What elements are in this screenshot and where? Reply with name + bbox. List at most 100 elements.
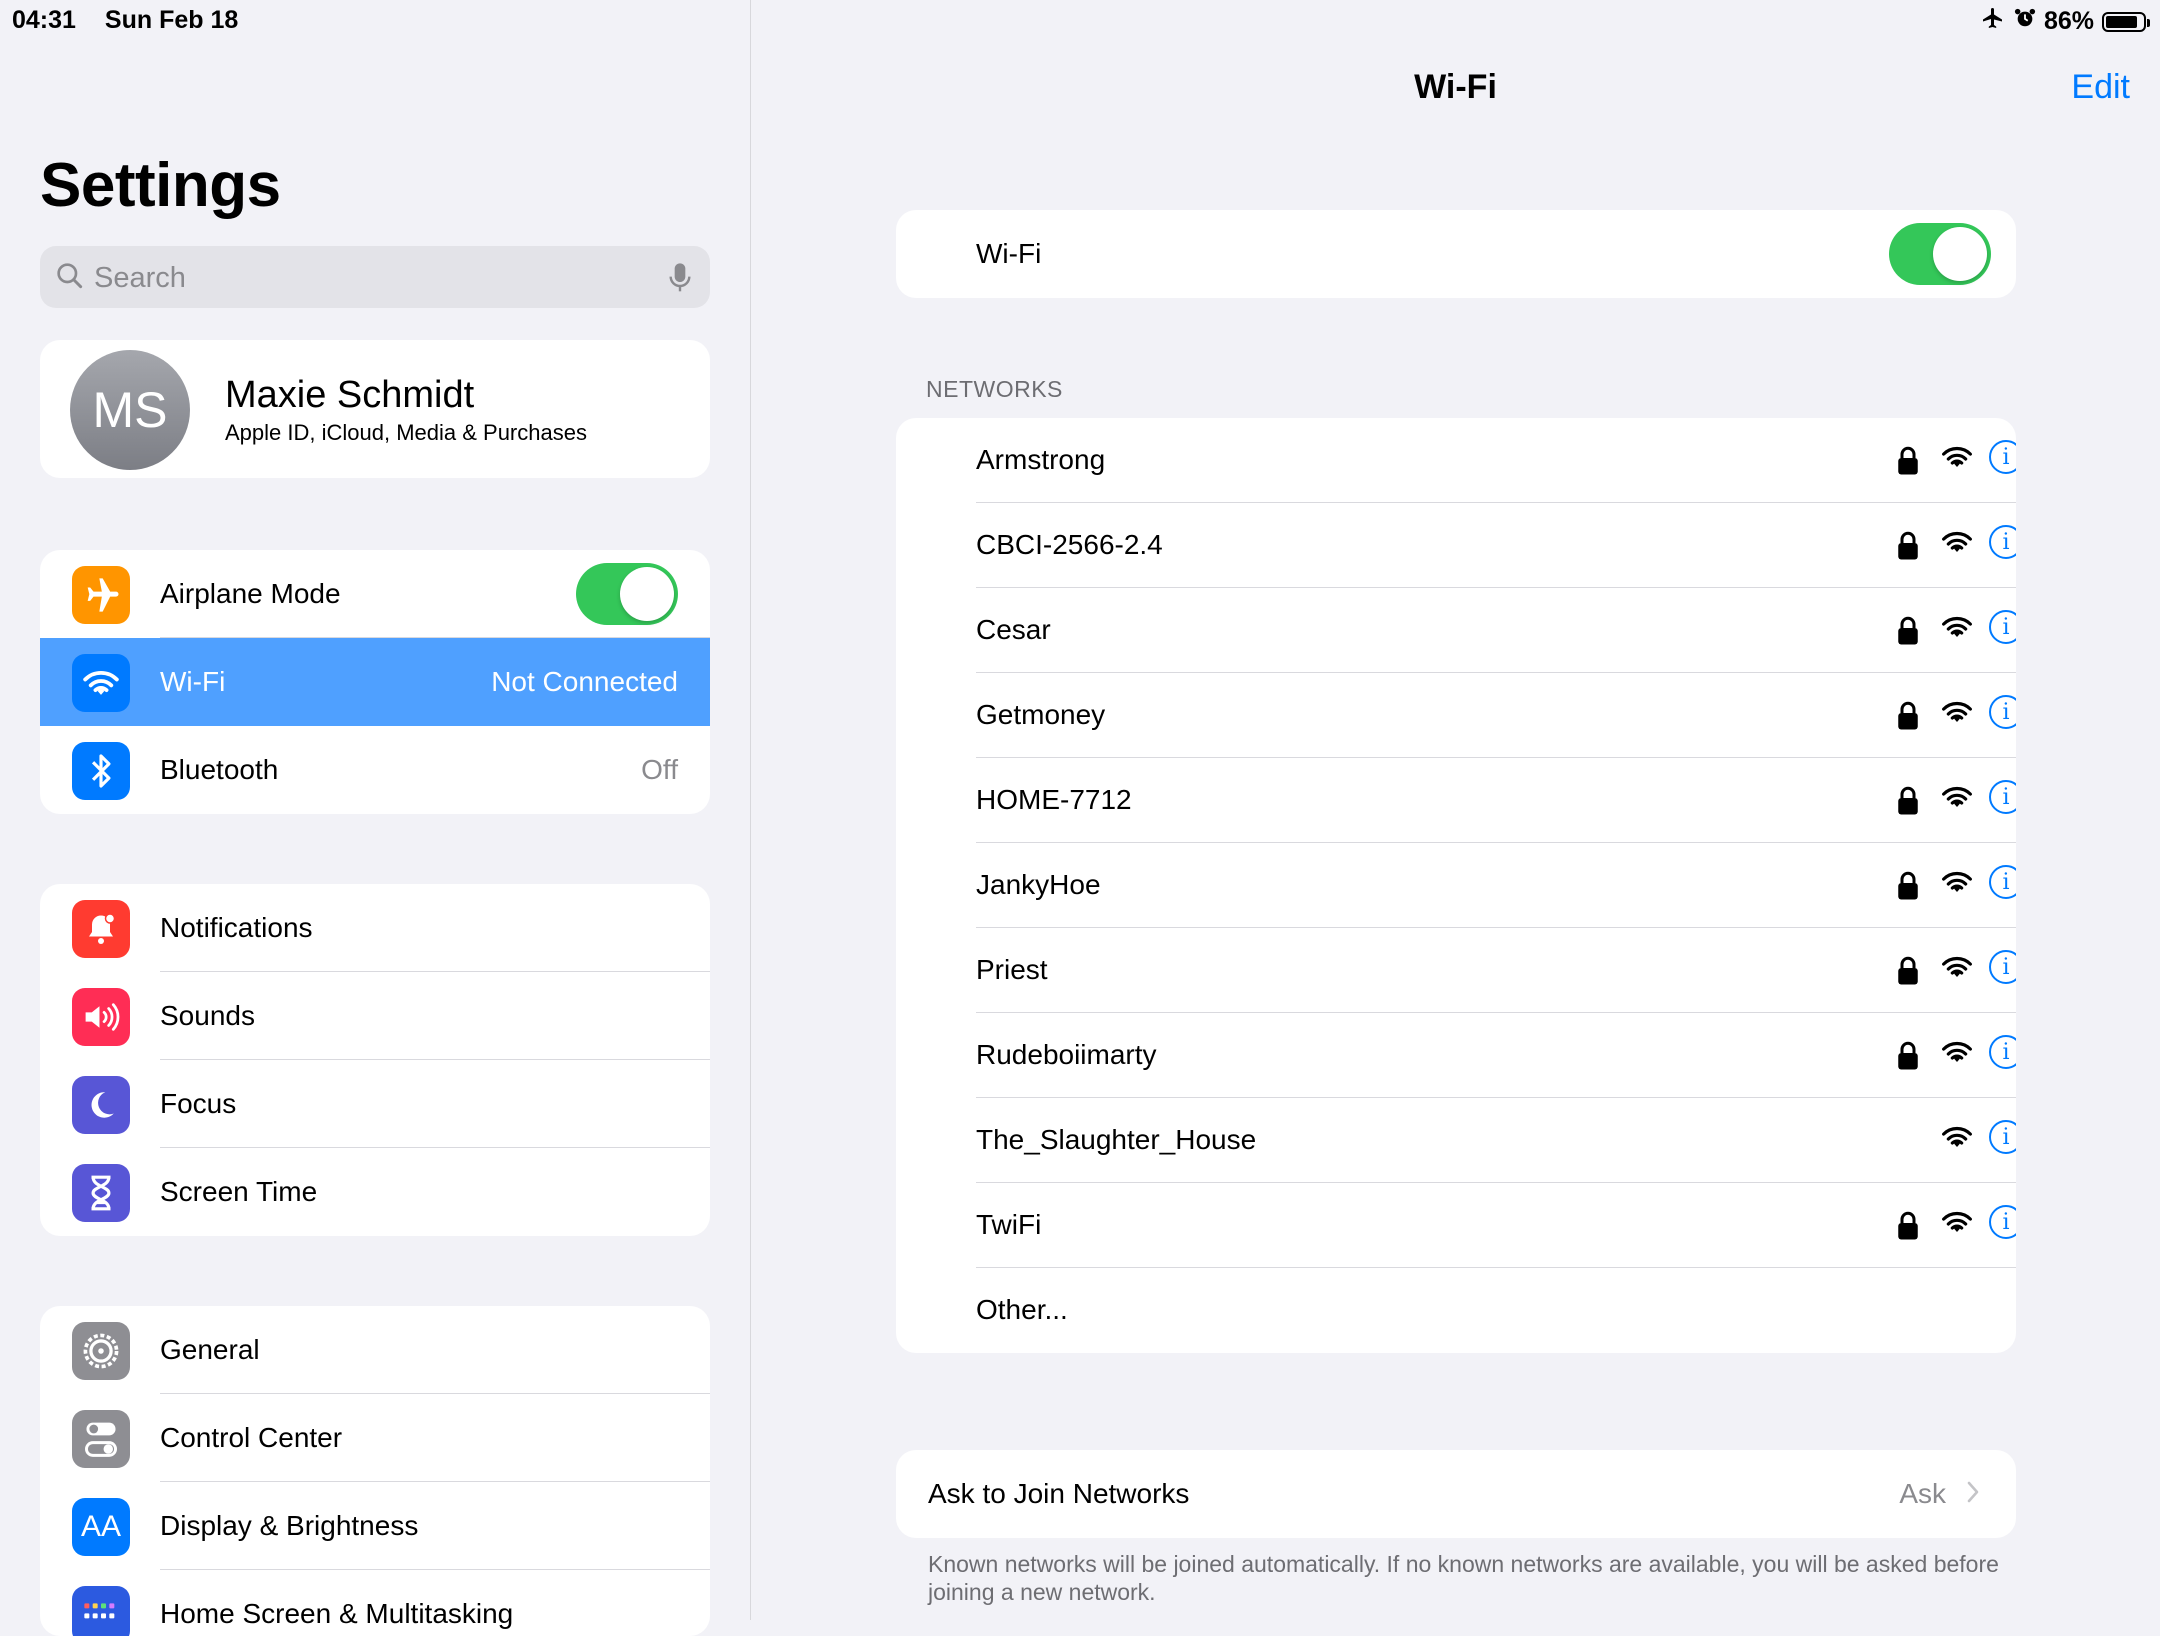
lock-icon	[1896, 531, 1920, 566]
sidebar-item-control-center[interactable]: Control Center	[40, 1394, 710, 1482]
ask-to-join-row[interactable]: Ask to Join Networks Ask	[896, 1450, 2016, 1538]
general-group: General Control Center AA Display & Brig…	[40, 1306, 710, 1636]
sidebar-item-home-screen[interactable]: Home Screen & Multitasking	[40, 1570, 710, 1636]
sidebar-item-label: Sounds	[160, 1000, 255, 1031]
profile-name: Maxie Schmidt	[225, 374, 475, 416]
sidebar-item-label: Control Center	[160, 1422, 343, 1453]
info-icon[interactable]: i	[1989, 1035, 2016, 1069]
network-row[interactable]: CBCI-2566-2.4 i	[896, 503, 2016, 588]
page-title: Wi-Fi	[1414, 68, 1497, 106]
network-name: JankyHoe	[976, 869, 1101, 900]
wifi-status-value: Not Connected	[491, 666, 678, 697]
sidebar-item-screen-time[interactable]: Screen Time	[40, 1148, 710, 1236]
sidebar: Settings Search MS Maxie Schmidt Apple I…	[0, 0, 751, 1636]
sidebar-item-sounds[interactable]: Sounds	[40, 972, 710, 1060]
sidebar-item-label: Screen Time	[160, 1176, 318, 1207]
microphone-icon[interactable]	[668, 262, 692, 299]
airplane-status-icon	[1980, 6, 2006, 37]
edit-button[interactable]: Edit	[2071, 68, 2130, 107]
sidebar-item-general[interactable]: General	[40, 1306, 710, 1394]
wifi-signal-icon	[1941, 1210, 1973, 1239]
network-name: Getmoney	[976, 699, 1106, 730]
airplane-mode-toggle[interactable]	[576, 563, 678, 625]
network-row[interactable]: Armstrong i	[896, 418, 2016, 503]
other-network-label: Other...	[976, 1294, 1068, 1325]
alarm-status-icon	[2014, 7, 2036, 36]
ask-to-join-footnote: Known networks will be joined automatica…	[928, 1551, 1999, 1605]
sidebar-item-label: Display & Brightness	[160, 1510, 419, 1541]
info-icon[interactable]: i	[1989, 780, 2016, 814]
sidebar-item-display-brightness[interactable]: AA Display & Brightness	[40, 1482, 710, 1570]
search-icon	[54, 260, 86, 297]
connectivity-group: Airplane Mode Wi-Fi Not Connected Blueto…	[40, 550, 710, 814]
lock-icon	[1896, 871, 1920, 906]
network-row[interactable]: The_Slaughter_House i	[896, 1098, 2016, 1183]
wifi-signal-icon	[1941, 785, 1973, 814]
apple-id-card[interactable]: MS Maxie Schmidt Apple ID, iCloud, Media…	[40, 340, 710, 478]
network-row[interactable]: Rudeboiimarty i	[896, 1013, 2016, 1098]
info-icon[interactable]: i	[1989, 1120, 2016, 1154]
wifi-signal-icon	[1941, 1125, 1973, 1154]
lock-icon	[1896, 616, 1920, 651]
sidebar-item-wifi[interactable]: Wi-Fi Not Connected	[40, 638, 710, 726]
sidebar-item-bluetooth[interactable]: Bluetooth Off	[40, 726, 710, 814]
network-name: HOME-7712	[976, 784, 1132, 815]
network-name: The_Slaughter_House	[976, 1124, 1257, 1155]
wifi-signal-icon	[1941, 615, 1973, 644]
sidebar-item-label: Bluetooth	[160, 754, 279, 785]
status-time: 04:31	[12, 6, 76, 34]
sidebar-item-label: Airplane Mode	[160, 578, 341, 609]
wifi-signal-icon	[1941, 700, 1973, 729]
search-placeholder: Search	[94, 262, 186, 294]
sidebar-item-label: Notifications	[160, 912, 313, 943]
info-icon[interactable]: i	[1989, 525, 2016, 559]
sidebar-item-label: Home Screen & Multitasking	[160, 1598, 514, 1629]
lock-icon	[1896, 446, 1920, 481]
wifi-detail-pane: Wi-Fi Edit Wi-Fi NETWORKS Armstrong i CBCI…	[751, 0, 2160, 1620]
wifi-signal-icon	[1941, 445, 1973, 474]
text-size-icon: AA	[72, 1498, 130, 1556]
info-icon[interactable]: i	[1989, 950, 2016, 984]
ask-to-join-label: Ask to Join Networks	[928, 1478, 1190, 1509]
speaker-icon	[72, 988, 130, 1046]
networks-list: Armstrong i CBCI-2566-2.4 i Cesar i Getmoney i H…	[896, 418, 2016, 1353]
avatar: MS	[70, 350, 190, 470]
ask-to-join-value: Ask	[1899, 1478, 1946, 1509]
moon-icon	[72, 1076, 130, 1134]
lock-icon	[1896, 956, 1920, 991]
network-row[interactable]: JankyHoe i	[896, 843, 2016, 928]
network-row[interactable]: HOME-7712 i	[896, 758, 2016, 843]
sidebar-item-label: General	[160, 1334, 260, 1365]
lock-icon	[1896, 1211, 1920, 1246]
network-row[interactable]: Getmoney i	[896, 673, 2016, 758]
network-row[interactable]: Cesar i	[896, 588, 2016, 673]
network-name: CBCI-2566-2.4	[976, 529, 1163, 560]
wifi-signal-icon	[1941, 530, 1973, 559]
info-icon[interactable]: i	[1989, 1205, 2016, 1239]
sidebar-item-airplane-mode[interactable]: Airplane Mode	[40, 550, 710, 638]
info-icon[interactable]: i	[1989, 440, 2016, 474]
sidebar-title: Settings	[40, 151, 281, 220]
sidebar-item-notifications[interactable]: Notifications	[40, 884, 710, 972]
switches-icon	[72, 1410, 130, 1468]
network-row[interactable]: Priest i	[896, 928, 2016, 1013]
search-field[interactable]: Search	[40, 246, 710, 308]
bell-icon	[72, 900, 130, 958]
info-icon[interactable]: i	[1989, 610, 2016, 644]
home-grid-icon	[72, 1586, 130, 1636]
bluetooth-icon	[72, 742, 130, 800]
network-name: Armstrong	[976, 444, 1106, 475]
notifications-group: Notifications Sounds Focus Screen Time	[40, 884, 710, 1236]
info-icon[interactable]: i	[1989, 695, 2016, 729]
hourglass-icon	[72, 1164, 130, 1222]
wifi-signal-icon	[1941, 1040, 1973, 1069]
network-row[interactable]: TwiFi i	[896, 1183, 2016, 1268]
status-date: Sun Feb 18	[104, 6, 239, 34]
network-other-row[interactable]: Other...	[896, 1268, 2016, 1353]
sidebar-item-focus[interactable]: Focus	[40, 1060, 710, 1148]
wifi-icon	[72, 654, 130, 712]
network-name: TwiFi	[976, 1209, 1042, 1240]
wifi-toggle[interactable]	[1889, 223, 1991, 285]
info-icon[interactable]: i	[1989, 865, 2016, 899]
wifi-toggle-label: Wi-Fi	[976, 238, 1042, 269]
